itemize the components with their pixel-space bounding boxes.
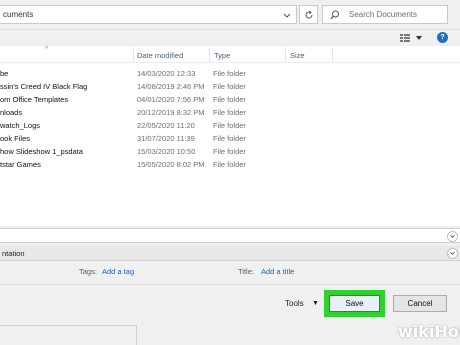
column-separator[interactable] [332, 47, 333, 62]
file-row[interactable]: om Office Templates 04/01/2020 7:56 PM F… [0, 93, 460, 106]
file-name-dropdown-icon[interactable] [447, 231, 458, 242]
add-title-link[interactable]: Add a title [261, 267, 294, 276]
column-size[interactable]: Size [290, 51, 305, 60]
file-name-field[interactable] [0, 228, 460, 243]
cancel-button[interactable]: Cancel [393, 295, 447, 312]
file-row[interactable]: ssin's Creed IV Black Flag 14/08/2019 2:… [0, 80, 460, 93]
file-type: File folder [213, 69, 246, 78]
title-label: Title: [238, 267, 254, 276]
column-date-modified[interactable]: Date modified [137, 51, 183, 60]
window-edge [0, 325, 136, 326]
file-type: File folder [213, 82, 246, 91]
file-date: 14/08/2019 2:46 PM [137, 82, 205, 91]
search-input[interactable]: Search Documents [322, 5, 448, 24]
refresh-button[interactable] [299, 5, 318, 24]
address-dropdown-icon[interactable] [280, 12, 294, 20]
file-row[interactable]: how Slideshow 1_psdata 15/03/2020 10:50 … [0, 145, 460, 158]
save-as-type-dropdown-icon[interactable] [447, 248, 458, 259]
file-row[interactable]: tstar Games 15/05/2020 8:02 PM File fold… [0, 158, 460, 171]
file-date: 15/03/2020 10:50 [137, 147, 196, 156]
tools-button[interactable]: Tools [285, 299, 304, 308]
file-date: 20/12/2019 8:32 PM [137, 108, 205, 117]
window-edge [136, 325, 137, 345]
toolbar: ? [0, 30, 460, 45]
file-name: nloads [0, 108, 23, 117]
tools-dropdown-icon[interactable]: ▼ [312, 300, 319, 307]
metadata-row: Tags: Add a tag Title: Add a title [0, 263, 460, 283]
file-date: 15/05/2020 8:02 PM [137, 160, 205, 169]
save-as-type-select[interactable]: ntation [0, 246, 460, 261]
file-row[interactable]: watch_Logs 22/05/2020 11:20 File folder [0, 119, 460, 132]
file-name: om Office Templates [0, 95, 69, 104]
file-type: File folder [213, 95, 246, 104]
file-date: 14/03/2020 12:33 [137, 69, 196, 78]
file-name: watch_Logs [0, 121, 41, 130]
wikihow-watermark: wikiHow [398, 322, 460, 341]
file-row[interactable]: nloads 20/12/2019 8:32 PM File folder [0, 106, 460, 119]
sort-ascending-icon[interactable]: ^ [45, 46, 48, 53]
save-as-type-value: ntation [2, 249, 25, 258]
footer-divider [0, 284, 460, 285]
column-headers: ^ Date modified Type Size [0, 46, 460, 63]
file-type: File folder [213, 147, 246, 156]
view-options-icon[interactable] [399, 33, 425, 43]
refresh-icon [305, 10, 313, 19]
file-date: 31/07/2020 11:39 [137, 134, 195, 143]
file-name: tstar Games [0, 160, 41, 169]
file-type: File folder [213, 134, 246, 143]
save-button[interactable]: Save [329, 295, 380, 312]
file-name: ssin's Creed IV Black Flag [0, 82, 88, 91]
address-path: cuments [3, 10, 34, 19]
file-type: File folder [213, 108, 246, 117]
file-date: 04/01/2020 7:56 PM [137, 95, 205, 104]
column-type[interactable]: Type [214, 51, 230, 60]
search-placeholder: Search Documents [349, 10, 418, 19]
add-tag-link[interactable]: Add a tag [102, 267, 134, 276]
search-icon [330, 10, 339, 20]
file-name: how Slideshow 1_psdata [0, 147, 83, 156]
column-separator[interactable] [209, 47, 210, 62]
file-date: 22/05/2020 11:20 [137, 121, 195, 130]
file-name: be [0, 69, 9, 78]
address-bar-row: cuments Search Documents [0, 0, 460, 30]
file-name: ook Files [0, 134, 31, 143]
file-row[interactable]: be 14/03/2020 12:33 File folder [0, 67, 460, 80]
column-separator[interactable] [285, 47, 286, 62]
file-list[interactable]: ^ Date modified Type Size be 14/03/2020 … [0, 46, 460, 226]
help-icon[interactable]: ? [437, 32, 448, 43]
column-separator[interactable] [133, 47, 134, 62]
address-bar[interactable]: cuments [0, 5, 297, 24]
tags-label: Tags: [79, 267, 97, 276]
file-row[interactable]: ook Files 31/07/2020 11:39 File folder [0, 132, 460, 145]
file-type: File folder [213, 160, 246, 169]
file-type: File folder [213, 121, 246, 130]
